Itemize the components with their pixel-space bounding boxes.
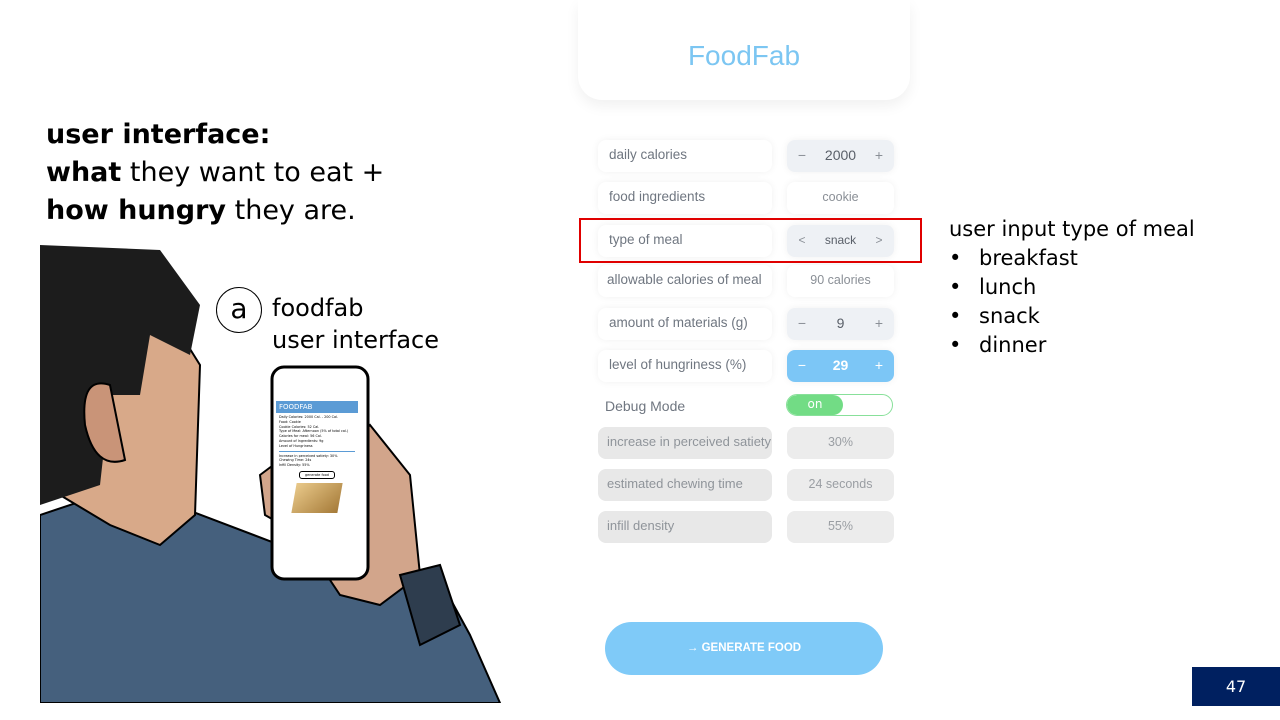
slide-heading: user interface: what they want to eat + … [46, 116, 384, 230]
minus-button[interactable]: − [790, 140, 814, 170]
app-header: FoodFab [578, 0, 910, 100]
app-title: FoodFab [687, 40, 801, 71]
row-daily-calories: daily calories − 2000 + [598, 140, 898, 172]
heading-line-1: user interface: [46, 119, 271, 150]
heading-line-3: they are. [226, 195, 356, 226]
infill-density-value: 55% [787, 511, 894, 543]
satiety-value: 30% [787, 427, 894, 459]
row-infill-density: infill density 55% [598, 511, 898, 543]
type-of-meal-highlight-box [579, 218, 922, 263]
hungriness-stepper[interactable]: − 29 + [787, 350, 894, 382]
plus-button[interactable]: + [867, 350, 891, 380]
phone-app-title: FOODFAB [276, 401, 358, 413]
foodfab-app: FoodFab daily calories − 2000 + food ing… [578, 0, 910, 700]
chewing-time-value: 24 seconds [787, 469, 894, 501]
row-label: food ingredients [598, 182, 772, 214]
minus-button[interactable]: − [790, 308, 814, 338]
toggle-on-label: on [787, 395, 843, 415]
figure-caption-line-1: foodfab [272, 294, 364, 322]
row-label: daily calories [598, 140, 772, 172]
heading-line-2-bold: what [46, 157, 122, 188]
row-allowable-calories: allowable calories of meal 90 calories [598, 265, 898, 297]
minus-button[interactable]: − [790, 350, 814, 380]
row-perceived-satiety: increase in perceived satiety 30% [598, 427, 898, 459]
row-chewing-time: estimated chewing time 24 seconds [598, 469, 898, 501]
figure-label: a [216, 287, 262, 333]
phone-hunger-slider [279, 450, 355, 452]
row-level-of-hungriness: level of hungriness (%) − 29 + [598, 350, 898, 382]
figure-caption: foodfab user interface [272, 292, 439, 356]
phone-screen: FOODFAB Daily Calories: 2000 Cal. - 200 … [276, 401, 358, 556]
heading-line-2: they want to eat + [121, 157, 385, 188]
notes-item: breakfast [949, 244, 1195, 273]
row-label: increase in perceived satiety [598, 427, 772, 459]
row-label: level of hungriness (%) [598, 350, 772, 382]
plus-button[interactable]: + [867, 140, 891, 170]
debug-mode-label: Debug Mode [605, 398, 686, 414]
food-preview-image [291, 482, 343, 513]
figure-caption-line-2: user interface [272, 326, 440, 354]
allowable-calories-value: 90 calories [787, 265, 894, 297]
notes-item: lunch [949, 273, 1195, 302]
notes-item: dinner [949, 331, 1195, 360]
row-amount-of-materials: amount of materials (g) − 9 + [598, 308, 898, 340]
row-food-ingredients: food ingredients cookie [598, 182, 898, 214]
notes-item: snack [949, 302, 1195, 331]
phone-line: Infill Density: 55% [279, 463, 310, 468]
food-ingredients-field[interactable]: cookie [787, 182, 894, 214]
stepper-value: 2000 [824, 147, 857, 163]
page-number: 47 [1192, 667, 1280, 706]
phone-line: Level of Hungriness [279, 443, 313, 448]
notes-title: user input type of meal [949, 217, 1195, 241]
phone-generate-button: generate food [299, 470, 335, 479]
row-label: allowable calories of meal [598, 265, 772, 297]
generate-food-button[interactable]: → GENERATE FOOD [605, 622, 883, 675]
stepper-value: 29 [832, 357, 849, 373]
materials-stepper[interactable]: − 9 + [787, 308, 894, 340]
row-label: amount of materials (g) [598, 308, 772, 340]
debug-mode-toggle[interactable]: on [786, 394, 893, 416]
row-label: infill density [598, 511, 772, 543]
meal-type-notes: user input type of meal breakfast lunch … [949, 215, 1195, 360]
stepper-value: 9 [836, 315, 845, 331]
heading-line-3-bold: how hungry [46, 195, 227, 226]
row-label: estimated chewing time [598, 469, 772, 501]
daily-calories-stepper[interactable]: − 2000 + [787, 140, 894, 172]
plus-button[interactable]: + [867, 308, 891, 338]
